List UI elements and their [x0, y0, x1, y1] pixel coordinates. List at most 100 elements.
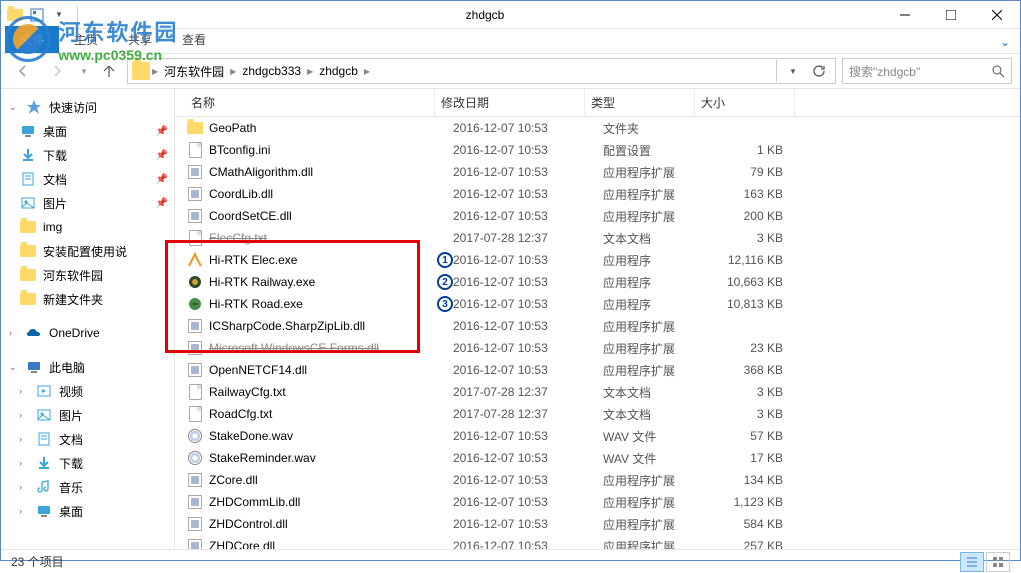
- sidebar-item-pc[interactable]: › 桌面: [1, 499, 174, 523]
- sidebar-item-pc[interactable]: › 文档: [1, 427, 174, 451]
- folder-icon: [19, 218, 37, 236]
- minimize-button[interactable]: [882, 1, 928, 29]
- file-size: 3 KB: [713, 407, 813, 421]
- file-row[interactable]: CoordLib.dll 2016-12-07 10:53 应用程序扩展 163…: [175, 183, 1020, 205]
- file-size: 17 KB: [713, 451, 813, 465]
- file-row[interactable]: ICSharpCode.SharpZipLib.dll 2016-12-07 1…: [175, 315, 1020, 337]
- folder-icon: [19, 290, 37, 308]
- annotation-badge: 3: [437, 296, 453, 312]
- breadcrumb-item[interactable]: zhdgcb: [315, 64, 362, 78]
- file-icon: [185, 515, 205, 533]
- tab-file[interactable]: 文件: [5, 26, 59, 53]
- file-icon: [185, 537, 205, 549]
- nav-back-button[interactable]: [9, 57, 37, 85]
- chevron-right-icon[interactable]: ▶: [152, 67, 158, 76]
- file-row[interactable]: StakeDone.wav 2016-12-07 10:53 WAV 文件 57…: [175, 425, 1020, 447]
- sidebar-item-pc[interactable]: › 视频: [1, 379, 174, 403]
- tab-view[interactable]: 查看: [167, 26, 221, 53]
- search-input[interactable]: 搜索"zhdgcb": [842, 58, 1012, 84]
- sidebar-label: OneDrive: [49, 326, 100, 340]
- file-row[interactable]: Microsoft.WindowsCE.Forms.dll 2016-12-07…: [175, 337, 1020, 359]
- sidebar-item-quick[interactable]: 安装配置使用说: [1, 239, 174, 263]
- chevron-right-icon[interactable]: ▶: [230, 67, 236, 76]
- file-row[interactable]: ElecCfg.txt 2017-07-28 12:37 文本文档 3 KB: [175, 227, 1020, 249]
- breadcrumb-bar[interactable]: ▶ 河东软件园 ▶ zhdgcb333 ▶ zhdgcb ▶ ▼: [127, 58, 836, 84]
- breadcrumb-item[interactable]: zhdgcb333: [238, 64, 305, 78]
- file-row[interactable]: CoordSetCE.dll 2016-12-07 10:53 应用程序扩展 2…: [175, 205, 1020, 227]
- sidebar-item-quick[interactable]: 河东软件园: [1, 263, 174, 287]
- file-row[interactable]: OpenNETCF14.dll 2016-12-07 10:53 应用程序扩展 …: [175, 359, 1020, 381]
- sidebar-item-quick[interactable]: 新建文件夹: [1, 287, 174, 311]
- pin-icon: 📌: [156, 198, 168, 209]
- collapse-icon[interactable]: ⌄: [9, 362, 19, 373]
- sidebar-item-quick[interactable]: img: [1, 215, 174, 239]
- file-row[interactable]: GeoPath 2016-12-07 10:53 文件夹: [175, 117, 1020, 139]
- expand-icon[interactable]: ›: [19, 386, 29, 396]
- collapse-icon[interactable]: ⌄: [9, 102, 19, 113]
- refresh-icon[interactable]: [807, 64, 831, 78]
- close-button[interactable]: [974, 1, 1020, 29]
- expand-icon[interactable]: ›: [19, 506, 29, 516]
- navigation-sidebar[interactable]: ⌄ 快速访问 桌面 📌 下载 📌 文档 📌 图片 📌 img 安装配置使用说 河…: [1, 89, 175, 549]
- tab-share[interactable]: 共享: [113, 26, 167, 53]
- nav-history-dropdown[interactable]: ▼: [77, 57, 91, 85]
- ribbon-expand-icon[interactable]: ⌄: [990, 31, 1020, 53]
- file-row[interactable]: Hi-RTK Elec.exe 1 2016-12-07 10:53 应用程序 …: [175, 249, 1020, 271]
- file-row[interactable]: Hi-RTK Railway.exe 2 2016-12-07 10:53 应用…: [175, 271, 1020, 293]
- sidebar-item-quick[interactable]: 文档 📌: [1, 167, 174, 191]
- nav-up-button[interactable]: [97, 57, 121, 85]
- path-dropdown-icon[interactable]: ▼: [781, 67, 805, 76]
- sidebar-item-quick[interactable]: 桌面 📌: [1, 119, 174, 143]
- sidebar-item-label: 新建文件夹: [43, 291, 103, 308]
- chevron-right-icon[interactable]: ▶: [307, 67, 313, 76]
- nav-forward-button[interactable]: [43, 57, 71, 85]
- file-row[interactable]: ZHDControl.dll 2016-12-07 10:53 应用程序扩展 5…: [175, 513, 1020, 535]
- qat-dropdown-icon[interactable]: ▼: [51, 7, 67, 23]
- breadcrumb-item[interactable]: 河东软件园: [160, 63, 228, 80]
- file-row[interactable]: RailwayCfg.txt 2017-07-28 12:37 文本文档 3 K…: [175, 381, 1020, 403]
- doc-icon: [35, 430, 53, 448]
- file-row[interactable]: BTconfig.ini 2016-12-07 10:53 配置设置 1 KB: [175, 139, 1020, 161]
- chevron-right-icon[interactable]: ▶: [364, 67, 370, 76]
- ribbon-tabs: 文件 主页 共享 查看 ⌄: [1, 29, 1020, 53]
- title-bar: ▼ zhdgcb: [1, 1, 1020, 29]
- expand-icon[interactable]: ›: [19, 482, 29, 492]
- expand-icon[interactable]: ›: [9, 328, 19, 338]
- maximize-button[interactable]: [928, 1, 974, 29]
- properties-icon[interactable]: [29, 7, 45, 23]
- expand-icon[interactable]: ›: [19, 410, 29, 420]
- column-type[interactable]: 类型: [585, 89, 695, 116]
- file-size: 163 KB: [713, 187, 813, 201]
- sidebar-item-quick[interactable]: 下载 📌: [1, 143, 174, 167]
- file-row[interactable]: ZHDCore.dll 2016-12-07 10:53 应用程序扩展 257 …: [175, 535, 1020, 549]
- desktop-icon: [19, 122, 37, 140]
- sidebar-item-pc[interactable]: › 下载: [1, 451, 174, 475]
- column-date[interactable]: 修改日期: [435, 89, 585, 116]
- sidebar-item-pc[interactable]: › 音乐: [1, 475, 174, 499]
- sidebar-item-quick[interactable]: 图片 📌: [1, 191, 174, 215]
- view-details-button[interactable]: [960, 552, 984, 572]
- column-size[interactable]: 大小: [695, 89, 795, 116]
- file-row[interactable]: Hi-RTK Road.exe 3 2016-12-07 10:53 应用程序 …: [175, 293, 1020, 315]
- file-row[interactable]: ZCore.dll 2016-12-07 10:53 应用程序扩展 134 KB: [175, 469, 1020, 491]
- tab-home[interactable]: 主页: [59, 26, 113, 53]
- file-type: 文本文档: [603, 406, 713, 423]
- sidebar-group-quick-access[interactable]: ⌄ 快速访问: [1, 95, 174, 119]
- sidebar-group-onedrive[interactable]: › OneDrive: [1, 321, 174, 345]
- file-date: 2016-12-07 10:53: [453, 451, 603, 465]
- column-name[interactable]: 名称: [185, 89, 435, 116]
- expand-icon[interactable]: ›: [19, 434, 29, 444]
- file-row[interactable]: StakeReminder.wav 2016-12-07 10:53 WAV 文…: [175, 447, 1020, 469]
- file-size: 257 KB: [713, 539, 813, 549]
- search-icon[interactable]: [991, 64, 1005, 78]
- sidebar-item-pc[interactable]: › 图片: [1, 403, 174, 427]
- column-headers: 名称 修改日期 类型 大小: [175, 89, 1020, 117]
- sidebar-group-this-pc[interactable]: ⌄ 此电脑: [1, 355, 174, 379]
- view-large-icons-button[interactable]: [986, 552, 1010, 572]
- file-list[interactable]: GeoPath 2016-12-07 10:53 文件夹 BTconfig.in…: [175, 117, 1020, 549]
- file-row[interactable]: ZHDCommLib.dll 2016-12-07 10:53 应用程序扩展 1…: [175, 491, 1020, 513]
- expand-icon[interactable]: ›: [19, 458, 29, 468]
- file-row[interactable]: CMathAligorithm.dll 2016-12-07 10:53 应用程…: [175, 161, 1020, 183]
- search-placeholder: 搜索"zhdgcb": [849, 63, 920, 80]
- file-row[interactable]: RoadCfg.txt 2017-07-28 12:37 文本文档 3 KB: [175, 403, 1020, 425]
